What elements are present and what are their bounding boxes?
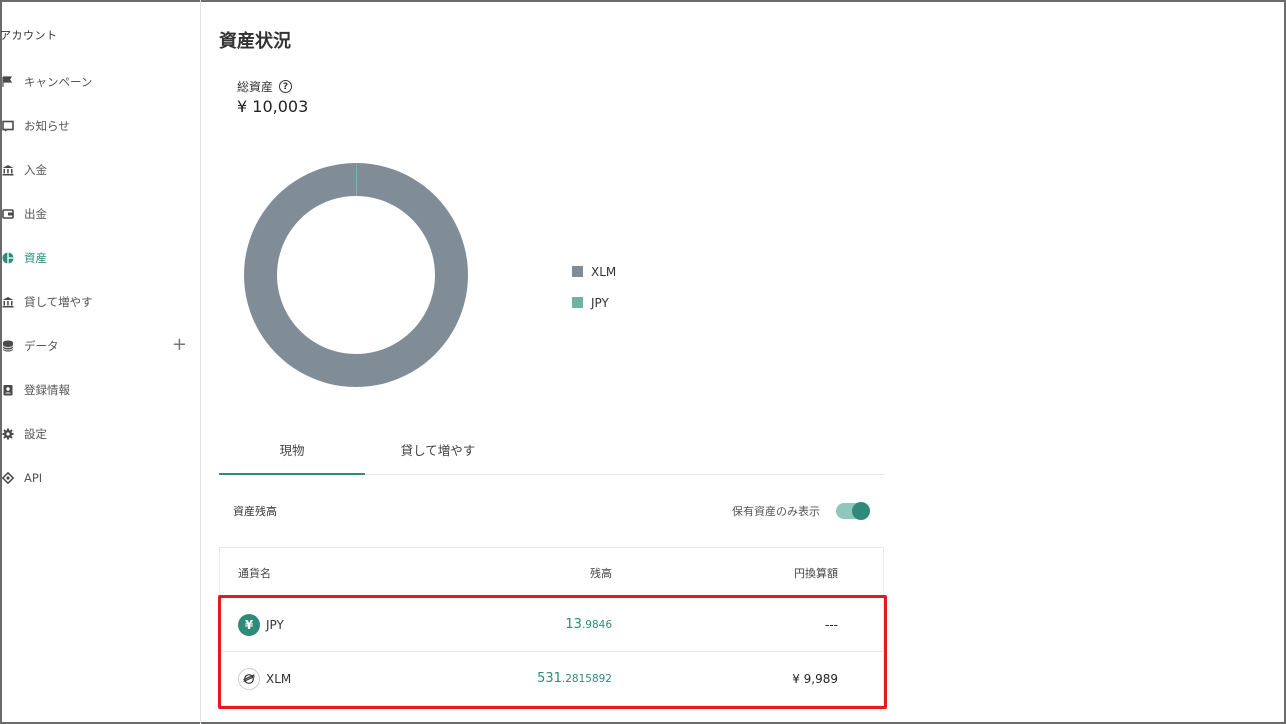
legend-swatch bbox=[572, 266, 583, 277]
sidebar-item-label: 出金 bbox=[24, 207, 47, 221]
total-assets-text: 総資産 bbox=[237, 80, 274, 94]
sidebar-item-withdraw[interactable]: 出金 bbox=[0, 192, 201, 236]
sidebar-item-data[interactable]: データ + bbox=[0, 324, 201, 368]
sidebar-section-label: アカウント bbox=[0, 29, 58, 42]
asset-donut-chart bbox=[244, 163, 468, 387]
sidebar-item-api[interactable]: API bbox=[0, 456, 201, 500]
sidebar-item-label: データ bbox=[24, 339, 59, 353]
flag-icon bbox=[0, 74, 16, 90]
sidebar-item-campaign[interactable]: キャンペーン bbox=[0, 60, 201, 104]
legend-label: JPY bbox=[591, 295, 609, 310]
sidebar-item-settings[interactable]: 設定 bbox=[0, 412, 201, 456]
total-assets-value: ¥ 10,003 bbox=[237, 97, 309, 116]
gear-icon bbox=[0, 426, 16, 442]
sidebar-item-label: キャンペーン bbox=[24, 75, 93, 89]
help-icon[interactable]: ? bbox=[279, 80, 293, 93]
sidebar: アカウント キャンペーン お知らせ 入金 出金 資産 貸して増やす データ + … bbox=[0, 0, 201, 724]
api-icon bbox=[0, 470, 16, 486]
sidebar-item-profile[interactable]: 登録情報 bbox=[0, 368, 201, 412]
wallet-icon bbox=[0, 206, 16, 222]
pie-chart-icon bbox=[0, 250, 16, 266]
chart-legend: XLM JPY bbox=[572, 256, 616, 318]
sidebar-item-assets[interactable]: 資産 bbox=[0, 236, 201, 280]
sidebar-item-label: 入金 bbox=[24, 163, 47, 177]
asset-tabs: 現物 貸して増やす bbox=[219, 431, 884, 475]
toggle-knob bbox=[852, 502, 870, 520]
tab-spot[interactable]: 現物 bbox=[219, 431, 365, 475]
legend-label: XLM bbox=[591, 264, 617, 279]
tab-lending[interactable]: 貸して増やす bbox=[365, 431, 511, 474]
database-icon bbox=[0, 338, 16, 354]
legend-item-jpy[interactable]: JPY bbox=[572, 287, 616, 318]
message-icon bbox=[0, 118, 16, 134]
highlight-box bbox=[218, 595, 887, 709]
column-header-currency: 通貨名 bbox=[238, 566, 271, 580]
legend-swatch bbox=[572, 297, 583, 308]
donut-slice-xlm[interactable] bbox=[244, 163, 468, 387]
sidebar-item-label: 貸して増やす bbox=[24, 295, 93, 309]
only-held-toggle[interactable] bbox=[836, 502, 870, 520]
sidebar-item-label: API bbox=[24, 471, 43, 485]
page-title: 資産状況 bbox=[219, 31, 291, 52]
table-header: 通貨名 残高 円換算額 bbox=[220, 548, 883, 598]
id-card-icon bbox=[0, 382, 16, 398]
total-assets-label: 総資産 ? bbox=[237, 78, 293, 95]
sidebar-item-news[interactable]: お知らせ bbox=[0, 104, 201, 148]
sidebar-item-lending[interactable]: 貸して増やす bbox=[0, 280, 201, 324]
sidebar-item-deposit[interactable]: 入金 bbox=[0, 148, 201, 192]
sidebar-nav: キャンペーン お知らせ 入金 出金 資産 貸して増やす データ + 登録情報 設… bbox=[0, 60, 201, 500]
sidebar-item-label: お知らせ bbox=[24, 119, 70, 133]
only-held-label: 保有資産のみ表示 bbox=[732, 505, 820, 518]
column-header-jpy: 円換算額 bbox=[794, 566, 838, 580]
holdings-title: 資産残高 bbox=[233, 505, 277, 518]
column-header-balance: 残高 bbox=[590, 566, 612, 580]
sidebar-item-label: 登録情報 bbox=[24, 383, 70, 397]
bank-icon bbox=[0, 162, 16, 178]
bank-icon bbox=[0, 294, 16, 310]
legend-item-xlm[interactable]: XLM bbox=[572, 256, 616, 287]
sidebar-item-label: 設定 bbox=[24, 427, 47, 441]
expand-plus-icon[interactable]: + bbox=[172, 336, 187, 354]
sidebar-item-label: 資産 bbox=[24, 251, 47, 265]
